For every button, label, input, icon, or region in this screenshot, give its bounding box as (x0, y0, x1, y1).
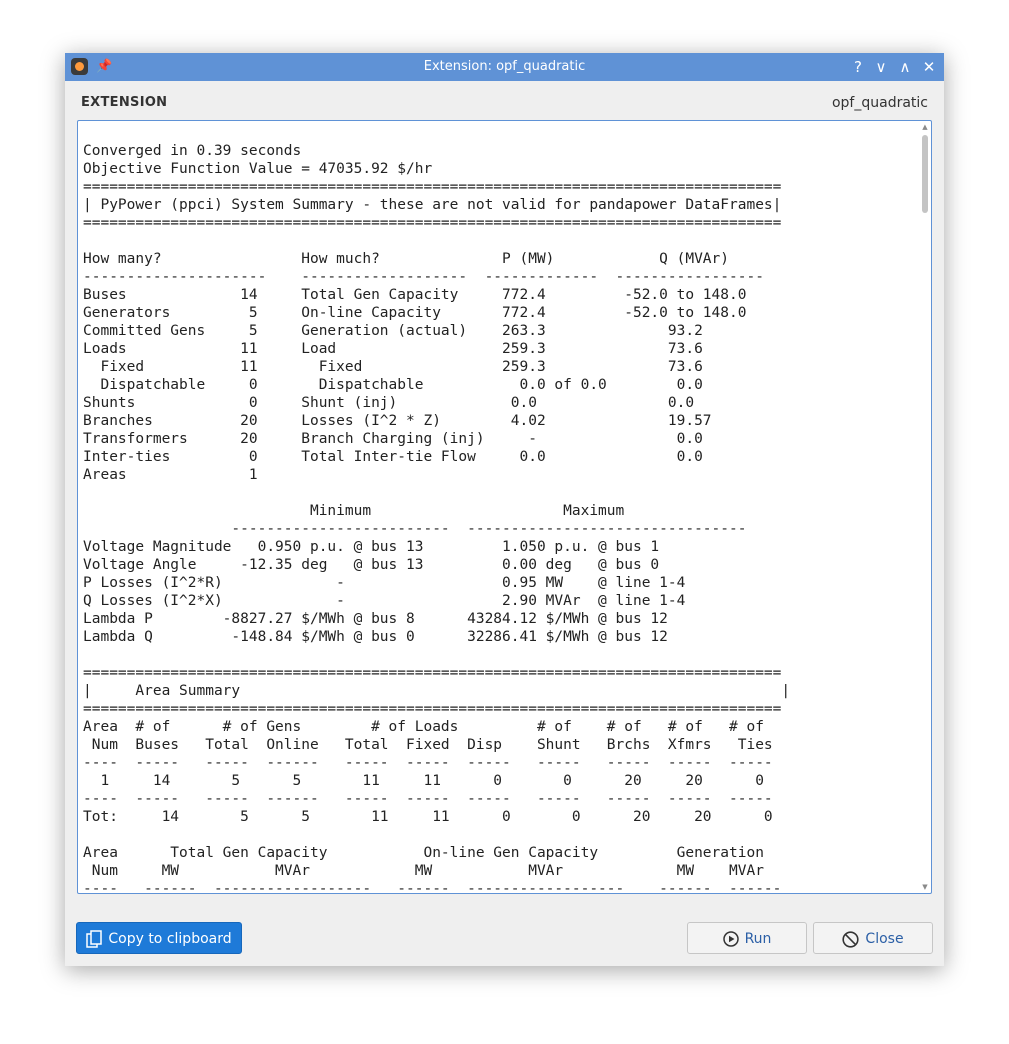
output-line: Lambda Q -148.84 $/MWh @ bus 0 32286.41 … (83, 629, 668, 645)
scroll-up-icon[interactable]: ▲ (921, 124, 929, 131)
help-icon[interactable]: ? (848, 53, 868, 81)
vertical-scrollbar[interactable] (922, 135, 928, 213)
output-line: Generators 5 On-line Capacity 772.4 -52.… (83, 305, 747, 321)
run-button[interactable]: Run (687, 922, 807, 954)
copy-to-clipboard-button[interactable]: Copy to clipboard (76, 922, 242, 954)
output-line: Areas 1 (83, 467, 258, 483)
output-line: Num Buses Total Online Total Fixed Disp … (83, 737, 773, 753)
run-label: Run (744, 931, 772, 947)
output-line: Lambda P -8827.27 $/MWh @ bus 8 43284.12… (83, 611, 668, 627)
copy-icon (86, 930, 103, 948)
close-label: Close (865, 931, 904, 947)
output-line: Inter-ties 0 Total Inter-tie Flow 0.0 0.… (83, 449, 703, 465)
output-line: ========================================… (83, 215, 782, 231)
section-label: EXTENSION (81, 95, 168, 110)
extension-dialog: 📌 Extension: opf_quadratic ? ∨ ∧ ✕ EXTEN… (65, 53, 944, 966)
output-line: --------------------- ------------------… (83, 269, 764, 285)
output-line: ---- ----- ----- ------ ----- ----- ----… (83, 755, 773, 771)
maximize-icon[interactable]: ∧ (895, 53, 915, 81)
output-line: Area # of # of Gens # of Loads # of # of… (83, 719, 764, 735)
extension-name: opf_quadratic (831, 95, 928, 111)
output-line: Transformers 20 Branch Charging (inj) - … (83, 431, 703, 447)
play-icon (722, 931, 739, 947)
output-line: ---- ------ ------------------ ------ --… (83, 881, 782, 894)
title-bar[interactable]: 📌 Extension: opf_quadratic ? ∨ ∧ ✕ (65, 53, 944, 81)
output-line: Objective Function Value = 47035.92 $/hr (83, 161, 433, 177)
output-line: Committed Gens 5 Generation (actual) 263… (83, 323, 703, 339)
output-line: Branches 20 Losses (I^2 * Z) 4.02 19.57 (83, 413, 712, 429)
output-line: | PyPower (ppci) System Summary - these … (83, 197, 782, 213)
output-line: Minimum Maximum (83, 503, 625, 519)
output-text-area[interactable]: Converged in 0.39 seconds Objective Func… (77, 120, 932, 894)
output-line: Q Losses (I^2*X) - 2.90 MVAr @ line 1-4 (83, 593, 686, 609)
output-line: ========================================… (83, 665, 782, 681)
output-text: Converged in 0.39 seconds Objective Func… (83, 142, 791, 894)
output-line: Dispatchable 0 Dispatchable 0.0 of 0.0 0… (83, 377, 703, 393)
output-line: Voltage Angle -12.35 deg @ bus 13 0.00 d… (83, 557, 660, 573)
output-line: Buses 14 Total Gen Capacity 772.4 -52.0 … (83, 287, 747, 303)
window-title: Extension: opf_quadratic (423, 59, 586, 74)
copy-label: Copy to clipboard (108, 931, 232, 947)
scroll-down-icon[interactable]: ▼ (921, 884, 929, 891)
minimize-icon[interactable]: ∨ (871, 53, 891, 81)
output-line: ========================================… (83, 701, 782, 717)
output-line: How many? How much? P (MW) Q (MVAr) (83, 251, 730, 267)
output-line: ------------------------- --------------… (83, 521, 747, 537)
output-line: Fixed 11 Fixed 259.3 73.6 (83, 359, 703, 375)
output-line: 1 14 5 5 11 11 0 0 20 20 0 (83, 773, 764, 789)
output-line: Tot: 14 5 5 11 11 0 0 20 20 0 (83, 809, 773, 825)
output-line: ========================================… (83, 179, 782, 195)
output-line: Loads 11 Load 259.3 73.6 (83, 341, 703, 357)
output-line: Num MW MVAr MW MVAr MW MVAr (83, 863, 764, 879)
output-line: ---- ----- ----- ------ ----- ----- ----… (83, 791, 773, 807)
output-line: P Losses (I^2*R) - 0.95 MW @ line 1-4 (83, 575, 686, 591)
output-line: Shunts 0 Shunt (inj) 0.0 0.0 (83, 395, 695, 411)
output-line: Area Total Gen Capacity On-line Gen Capa… (83, 845, 764, 861)
output-line: Converged in 0.39 seconds (83, 143, 302, 159)
close-button[interactable]: Close (813, 922, 933, 954)
output-line: | Area Summary | (83, 683, 791, 699)
output-line: Voltage Magnitude 0.950 p.u. @ bus 13 1.… (83, 539, 660, 555)
cancel-icon (842, 930, 860, 948)
close-window-icon[interactable]: ✕ (919, 53, 939, 81)
